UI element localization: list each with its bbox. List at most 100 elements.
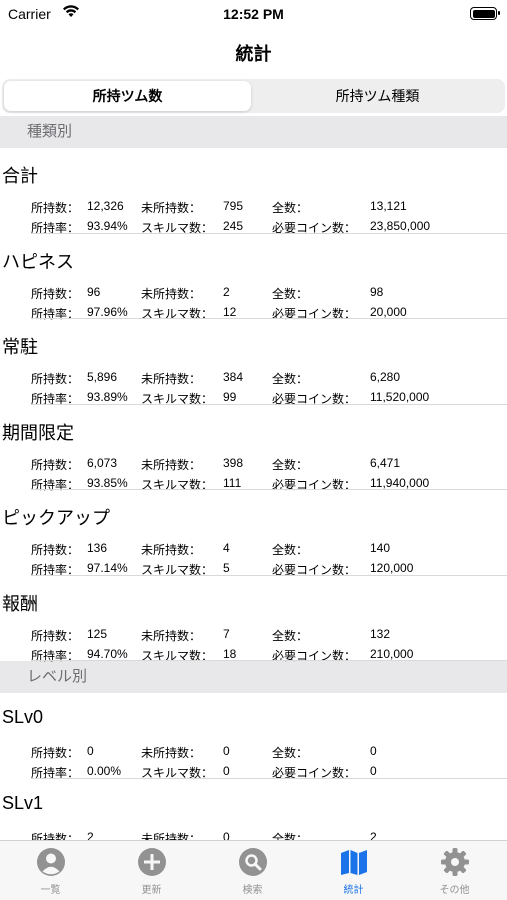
section-header-level: レベル別 — [0, 661, 507, 693]
unowned-value: 0 — [223, 829, 230, 841]
total-value: 140 — [370, 541, 391, 555]
tab-bar: 一覧 更新 検索 統計 その他 — [0, 840, 507, 900]
rate-value: 94.70% — [87, 646, 128, 661]
owned-value: 2 — [87, 829, 94, 841]
stat-row-slv1: SLv1 所持数： 2 未所持数： 0 全数： 2 — [0, 779, 507, 841]
skill-max-value: 18 — [223, 646, 237, 661]
tab-owned-count[interactable]: 所持ツム数 — [4, 81, 251, 111]
unowned-label: 未所持数： — [141, 831, 202, 841]
skill-max-value: 5 — [223, 561, 230, 575]
unowned-value: 2 — [223, 284, 230, 299]
unowned-value: 4 — [223, 541, 230, 555]
page-title: 統計 — [235, 44, 272, 64]
tab-list[interactable]: 一覧 — [0, 847, 101, 896]
total-value: 13,121 — [370, 199, 407, 213]
owned-value: 12,326 — [87, 199, 124, 213]
row-title: 期間限定 — [2, 422, 74, 443]
plus-circle-icon — [137, 848, 166, 876]
section-header-type: 種類別 — [0, 116, 507, 148]
tab-update[interactable]: 更新 — [101, 847, 202, 896]
coins-value: 11,940,000 — [370, 475, 430, 490]
total-label: 全数： — [272, 457, 309, 472]
coins-value: 23,850,000 — [370, 219, 431, 233]
total-label: 全数： — [272, 372, 309, 386]
row-title: 合計 — [2, 166, 38, 186]
skill-max-value: 99 — [223, 390, 237, 404]
coins-value: 120,000 — [370, 561, 414, 575]
unowned-value: 398 — [223, 455, 244, 470]
owned-label: 所持数： — [31, 831, 80, 841]
owned-value: 0 — [87, 744, 94, 758]
map-icon — [340, 850, 367, 875]
unowned-value: 384 — [223, 370, 244, 384]
unowned-label: 未所持数： — [141, 628, 202, 643]
tab-other[interactable]: その他 — [404, 847, 505, 896]
owned-label: 所持数： — [31, 628, 80, 643]
total-value: 132 — [370, 626, 391, 641]
row-title: ピックアップ — [2, 508, 110, 528]
stat-row-pickup: ピックアップ 所持数： 136 未所持数： 4 全数： 140 所持率： 97.… — [0, 490, 507, 577]
status-bar: Carrier 12:52 PM — [0, 0, 507, 30]
unowned-label: 未所持数： — [141, 201, 202, 215]
skill-max-value: 0 — [223, 764, 230, 778]
total-label: 全数： — [272, 831, 309, 841]
total-value: 2 — [370, 829, 377, 841]
rate-value: 93.89% — [87, 390, 128, 404]
unowned-label: 未所持数： — [141, 372, 202, 386]
coins-value: 210,000 — [370, 646, 414, 661]
total-label: 全数： — [272, 628, 309, 643]
tab-label: その他 — [439, 885, 470, 896]
rate-value: 93.94% — [87, 219, 128, 233]
tab-label: 一覧 — [40, 885, 61, 896]
tab-stats[interactable]: 統計 — [303, 847, 404, 896]
tab-search[interactable]: 検索 — [202, 847, 303, 896]
total-label: 全数： — [272, 286, 309, 301]
stats-list[interactable]: 種類別 合計 所持数： 12,326 未所持数： 795 全数： 13,121 … — [0, 116, 507, 840]
coins-value: 11,520,000 — [370, 390, 430, 404]
total-value: 6,471 — [370, 455, 401, 470]
stat-row-happiness: ハピネス 所持数： 96 未所持数： 2 全数： 98 所持率： 97.96% … — [0, 234, 507, 321]
stat-row-reward: 報酬 所持数： 125 未所持数： 7 全数： 132 所持率： 94.70% … — [0, 576, 507, 663]
owned-value: 136 — [87, 541, 108, 555]
unowned-label: 未所持数： — [141, 286, 202, 301]
unowned-value: 7 — [223, 626, 230, 641]
unowned-label: 未所持数： — [141, 746, 202, 760]
row-title: 常駐 — [2, 337, 38, 357]
total-value: 6,280 — [370, 370, 401, 384]
coins-value: 0 — [370, 764, 377, 778]
rate-value: 0.00% — [87, 764, 122, 778]
total-value: 0 — [370, 744, 377, 758]
coins-value: 20,000 — [370, 304, 407, 319]
total-value: 98 — [370, 284, 384, 299]
status-time: 12:52 PM — [223, 6, 284, 22]
total-label: 全数： — [272, 543, 309, 557]
stat-row-total: 合計 所持数： 12,326 未所持数： 795 全数： 13,121 所持率：… — [0, 148, 507, 235]
total-label: 全数： — [272, 201, 309, 215]
search-circle-icon — [238, 848, 267, 876]
skill-max-value: 12 — [223, 304, 237, 319]
owned-label: 所持数： — [31, 457, 80, 472]
tab-label: 統計 — [343, 885, 364, 896]
owned-value: 6,073 — [87, 455, 118, 470]
row-title: SLv0 — [2, 707, 44, 727]
owned-value: 96 — [87, 284, 101, 299]
gear-icon — [440, 848, 469, 876]
rate-value: 97.14% — [87, 561, 128, 575]
owned-label: 所持数： — [31, 286, 80, 301]
row-title: 報酬 — [2, 593, 38, 614]
rate-value: 93.85% — [87, 475, 128, 490]
tab-label: 更新 — [141, 885, 162, 896]
skill-max-value: 245 — [223, 219, 244, 233]
unowned-label: 未所持数： — [141, 543, 202, 557]
stat-row-resident: 常駐 所持数： 5,896 未所持数： 384 全数： 6,280 所持率： 9… — [0, 319, 507, 406]
tab-owned-kinds[interactable]: 所持ツム種類 — [254, 81, 501, 111]
person-circle-icon — [36, 848, 65, 876]
stat-row-limited: 期間限定 所持数： 6,073 未所持数： 398 全数： 6,471 所持率：… — [0, 405, 507, 492]
segmented-control: 所持ツム数 所持ツム種類 — [2, 79, 505, 113]
row-title: SLv1 — [2, 792, 44, 813]
battery-icon — [470, 7, 500, 20]
row-title: ハピネス — [2, 251, 74, 272]
divider — [31, 660, 507, 661]
unowned-value: 0 — [223, 744, 230, 758]
owned-label: 所持数： — [31, 201, 80, 215]
